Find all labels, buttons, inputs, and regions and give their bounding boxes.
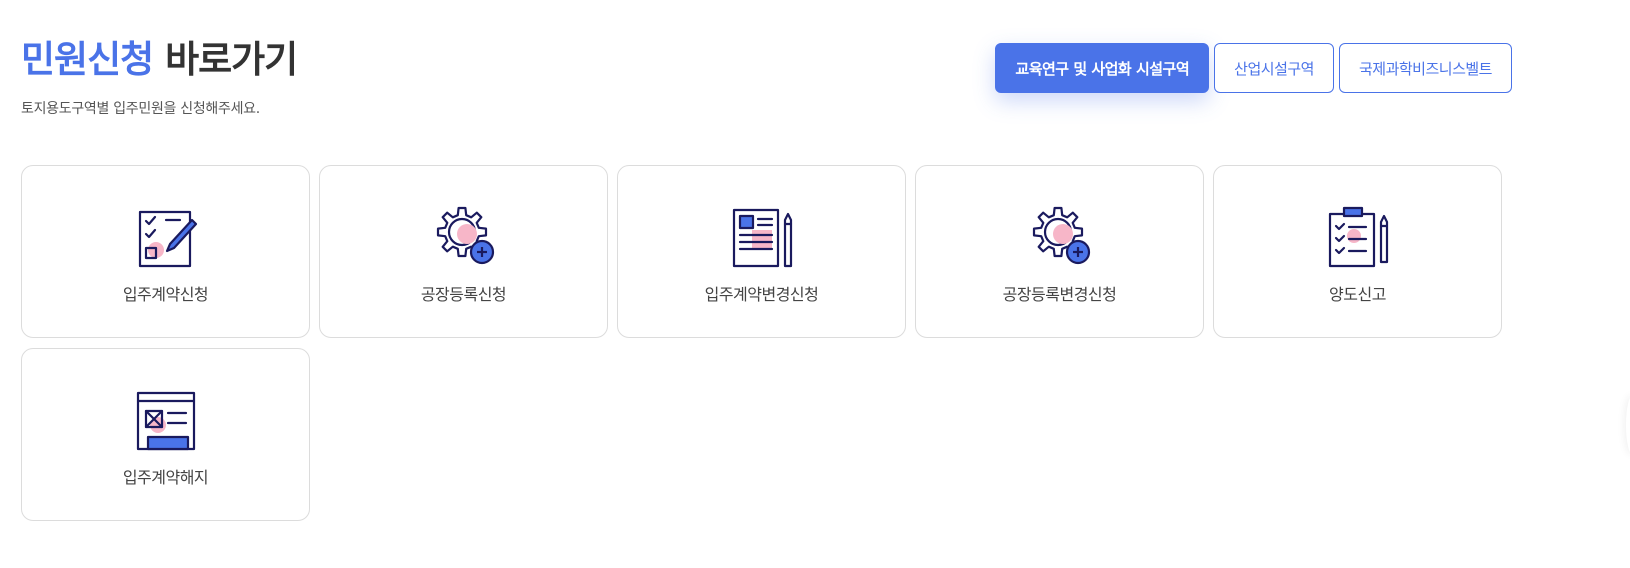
tab-education-research[interactable]: 교육연구 및 사업화 시설구역	[995, 43, 1210, 93]
card-label: 양도신고	[1329, 285, 1386, 304]
card-contract-cancel[interactable]: 입주계약해지	[21, 348, 310, 521]
tab-science-business-belt[interactable]: 국제과학비즈니스벨트	[1338, 43, 1512, 93]
card-transfer-report[interactable]: 양도신고	[1213, 165, 1502, 338]
tab-industrial[interactable]: 산업시설구역	[1214, 43, 1334, 93]
page-title-accent: 민원신청	[21, 38, 154, 81]
checklist-pencil-icon	[134, 206, 198, 270]
card-factory-register[interactable]: 공장등록신청	[319, 165, 608, 338]
document-pencil-icon	[730, 206, 794, 270]
page-title: 민원신청 바로가기	[21, 36, 298, 84]
card-label: 공장등록변경신청	[1002, 285, 1117, 304]
scroll-edge-shadow	[1626, 395, 1630, 455]
cancel-form-icon	[134, 389, 198, 453]
gear-plus-icon	[432, 206, 496, 270]
card-factory-change[interactable]: 공장등록변경신청	[915, 165, 1204, 338]
card-label: 입주계약변경신청	[704, 285, 819, 304]
service-grid: 입주계약신청 공장등록신청 입주계약변경신청 공장등록변경신청 양도신고 입주계…	[21, 165, 1511, 521]
gear-plus-icon	[1028, 206, 1092, 270]
card-label: 입주계약신청	[122, 285, 209, 304]
clipboard-pencil-icon	[1326, 206, 1390, 270]
card-label: 공장등록신청	[420, 285, 507, 304]
zone-tabs: 교육연구 및 사업화 시설구역 산업시설구역 국제과학비즈니스벨트	[995, 43, 1512, 93]
card-contract-apply[interactable]: 입주계약신청	[21, 165, 310, 338]
card-label: 입주계약해지	[122, 468, 209, 487]
page-title-rest: 바로가기	[165, 38, 298, 81]
page-subtitle: 토지용도구역별 입주민원을 신청해주세요.	[21, 101, 260, 117]
card-contract-change[interactable]: 입주계약변경신청	[617, 165, 906, 338]
